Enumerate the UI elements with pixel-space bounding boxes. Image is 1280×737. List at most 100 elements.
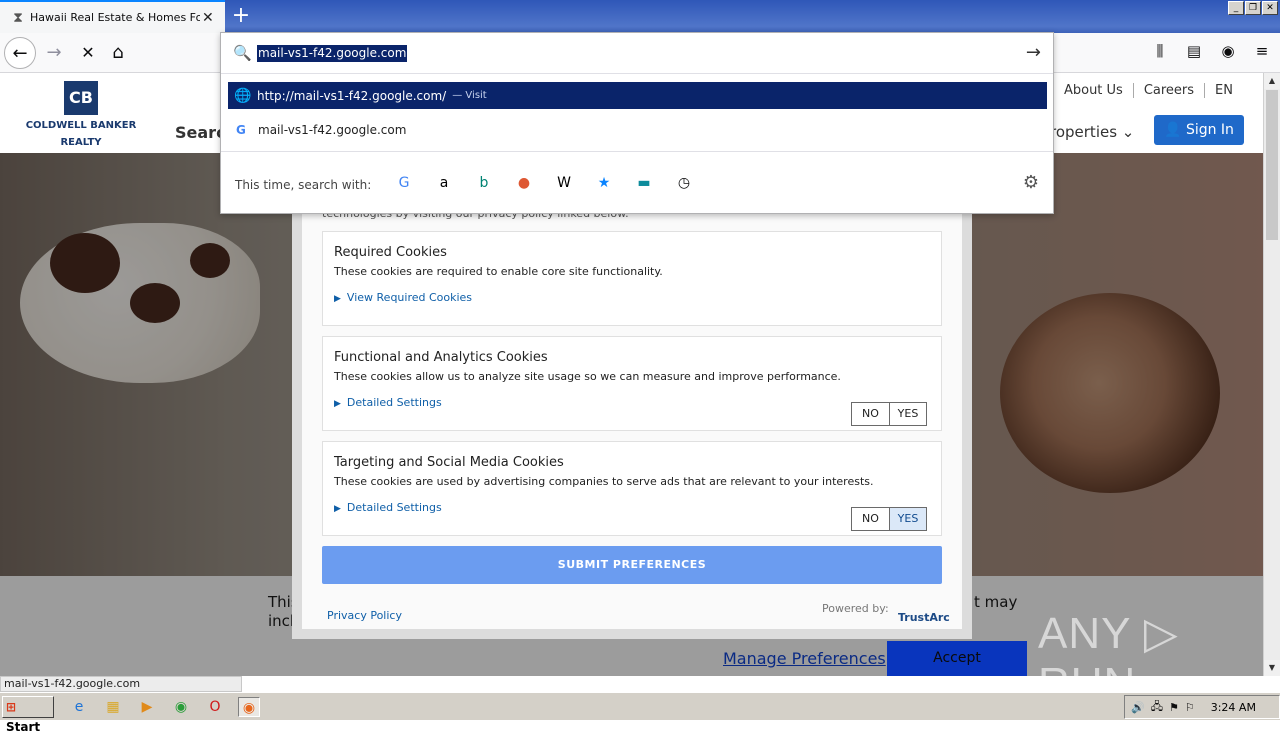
scroll-up-arrow[interactable]: ▲ [1264,73,1280,89]
manage-preferences-link[interactable]: Manage Preferences [723,649,886,668]
page-scrollbar[interactable]: ▲ ▼ [1263,73,1280,676]
targeting-no-button[interactable]: NO [852,508,889,530]
search-with-label: This time, search with: [235,178,372,192]
restore-button[interactable]: ❐ [1245,1,1261,15]
trustarc-logo[interactable]: TrustArc [898,611,950,624]
minimize-button[interactable]: _ [1228,1,1244,15]
top-nav-language[interactable]: EN [1204,83,1243,98]
sign-in-button[interactable]: 👤 Sign In [1154,115,1244,145]
url-input[interactable]: mail-vs1-f42.google.com [257,45,408,62]
close-window-button[interactable]: ✕ [1262,1,1278,15]
top-nav: e About Us Careers EN [1025,83,1243,98]
coldwell-banker-logo[interactable]: CB COLDWELL BANKER REALTY [22,81,140,149]
suggestion-url: http://mail-vs1-f42.google.com/ [257,88,447,103]
url-bar[interactable]: 🔍 mail-vs1-f42.google.com → [221,33,1053,74]
clock[interactable]: 3:24 AM [1211,701,1256,714]
user-icon: 👤 [1164,122,1182,138]
top-nav-about-us[interactable]: About Us [1052,83,1133,98]
sign-in-label: Sign In [1185,122,1234,138]
bookmarks-engine-icon[interactable]: ★ [589,172,619,194]
suggestion-search[interactable]: G mail-vs1-f42.google.com [228,118,1047,142]
expand-triangle-icon: ▶ [334,504,341,514]
forward-button[interactable]: → [38,37,70,69]
expand-triangle-icon: ▶ [334,294,341,304]
logo-name: COLDWELL BANKER [25,120,137,131]
powered-by-label: Powered by: [822,602,889,615]
search-icon: 🔍 [233,44,252,62]
history-engine-icon[interactable]: ◷ [669,172,699,194]
home-button[interactable]: ⌂ [102,37,134,69]
volume-icon[interactable]: 🔊 [1131,701,1145,714]
flag-icon[interactable]: ⚐ [1185,701,1195,714]
menu-icon[interactable]: ≡ [1252,42,1272,60]
logo-sub: REALTY [60,137,102,148]
card-title: Required Cookies [334,245,447,260]
submit-preferences-button[interactable]: SUBMIT PREFERENCES [322,546,942,584]
tab-strip: ⧗ Hawaii Real Estate & Homes For S ✕ + _… [0,0,1280,33]
folder-icon[interactable]: ▦ [102,697,124,717]
window-controls: _ ❐ ✕ [1228,1,1278,15]
opera-icon[interactable]: O [204,697,226,717]
account-icon[interactable]: ◉ [1218,42,1238,60]
functional-yes-button[interactable]: YES [889,403,926,425]
sidebar-icon[interactable]: ▤ [1184,42,1204,60]
detailed-settings-link[interactable]: ▶ Detailed Settings [334,396,442,409]
library-icon[interactable]: ⫼ [1150,42,1170,60]
functional-toggle: NO YES [851,402,927,426]
duckduckgo-engine-icon[interactable]: ● [509,172,539,194]
one-off-search-bar: This time, search with: Ga b ● W ★ ▬ ◷ ⚙ [221,151,1053,213]
card-description: These cookies are required to enable cor… [334,265,663,278]
accept-button[interactable]: Accept [887,641,1027,676]
top-nav-careers[interactable]: Careers [1132,83,1204,98]
consent-banner-text-right: t may [974,593,1018,611]
go-arrow-icon[interactable]: → [1026,42,1041,63]
tab-close-icon[interactable]: ✕ [202,10,214,26]
view-required-cookies-link[interactable]: ▶ View Required Cookies [334,291,472,304]
scroll-thumb[interactable] [1266,90,1278,240]
card-description: These cookies allow us to analyze site u… [334,370,841,383]
gear-icon[interactable]: ⚙ [1023,172,1039,193]
url-dropdown: 🔍 mail-vs1-f42.google.com → 🌐 http://mai… [220,32,1054,214]
media-player-icon[interactable]: ▶ [136,697,158,717]
card-description: These cookies are used by advertising co… [334,475,874,488]
toolbar-right-buttons: ⫼ ▤ ◉ ≡ [1150,42,1272,60]
globe-icon: 🌐 [234,87,252,104]
search-menu[interactable]: Searc [175,123,226,142]
privacy-policy-link[interactable]: Privacy Policy [327,609,402,622]
firefox-icon[interactable]: ◉ [238,697,260,717]
bing-engine-icon[interactable]: b [469,172,499,194]
start-button[interactable]: ⊞ Start [2,696,54,734]
windows-flag-icon: ⊞ [6,700,17,714]
targeting-cookies-card: Targeting and Social Media Cookies These… [322,441,942,536]
scroll-down-arrow[interactable]: ▼ [1264,660,1280,676]
card-title: Functional and Analytics Cookies [334,350,548,365]
back-button[interactable]: ← [4,37,36,69]
functional-no-button[interactable]: NO [852,403,889,425]
loading-hourglass-icon: ⧗ [13,9,23,26]
stop-loading-button[interactable]: ✕ [72,37,104,69]
tab-title: Hawaii Real Estate & Homes For S [30,11,200,24]
anyrun-watermark: ANY ▷ RUN [1038,609,1179,676]
search-engines: Ga b ● W ★ ▬ ◷ [389,172,699,194]
card-title: Targeting and Social Media Cookies [334,455,564,470]
functional-cookies-card: Functional and Analytics Cookies These c… [322,336,942,431]
amazon-engine-icon[interactable]: a [429,172,459,194]
status-bar: mail-vs1-f42.google.com [0,676,242,692]
suggestion-visit[interactable]: 🌐 http://mail-vs1-f42.google.com/ — Visi… [228,82,1047,109]
new-tab-button[interactable]: + [230,3,252,29]
properties-menu[interactable]: roperties ⌄ [1050,123,1134,141]
internet-explorer-icon[interactable]: e [68,697,90,717]
tabs-engine-icon[interactable]: ▬ [629,172,659,194]
chrome-icon[interactable]: ◉ [170,697,192,717]
google-engine-icon[interactable]: G [389,172,419,194]
network-icon[interactable]: 🖧 [1151,698,1163,717]
suggestion-text: mail-vs1-f42.google.com [258,123,407,137]
active-tab[interactable]: ⧗ Hawaii Real Estate & Homes For S ✕ [0,0,225,33]
security-icon[interactable]: ⚑ [1169,701,1179,714]
cookie-modal-body: technologies by visiting our privacy pol… [302,207,962,629]
detailed-settings-link[interactable]: ▶ Detailed Settings [334,501,442,514]
targeting-yes-button[interactable]: YES [889,508,926,530]
expand-triangle-icon: ▶ [334,399,341,409]
wikipedia-engine-icon[interactable]: W [549,172,579,194]
quick-launch: e ▦ ▶ ◉ O ◉ [68,697,260,717]
